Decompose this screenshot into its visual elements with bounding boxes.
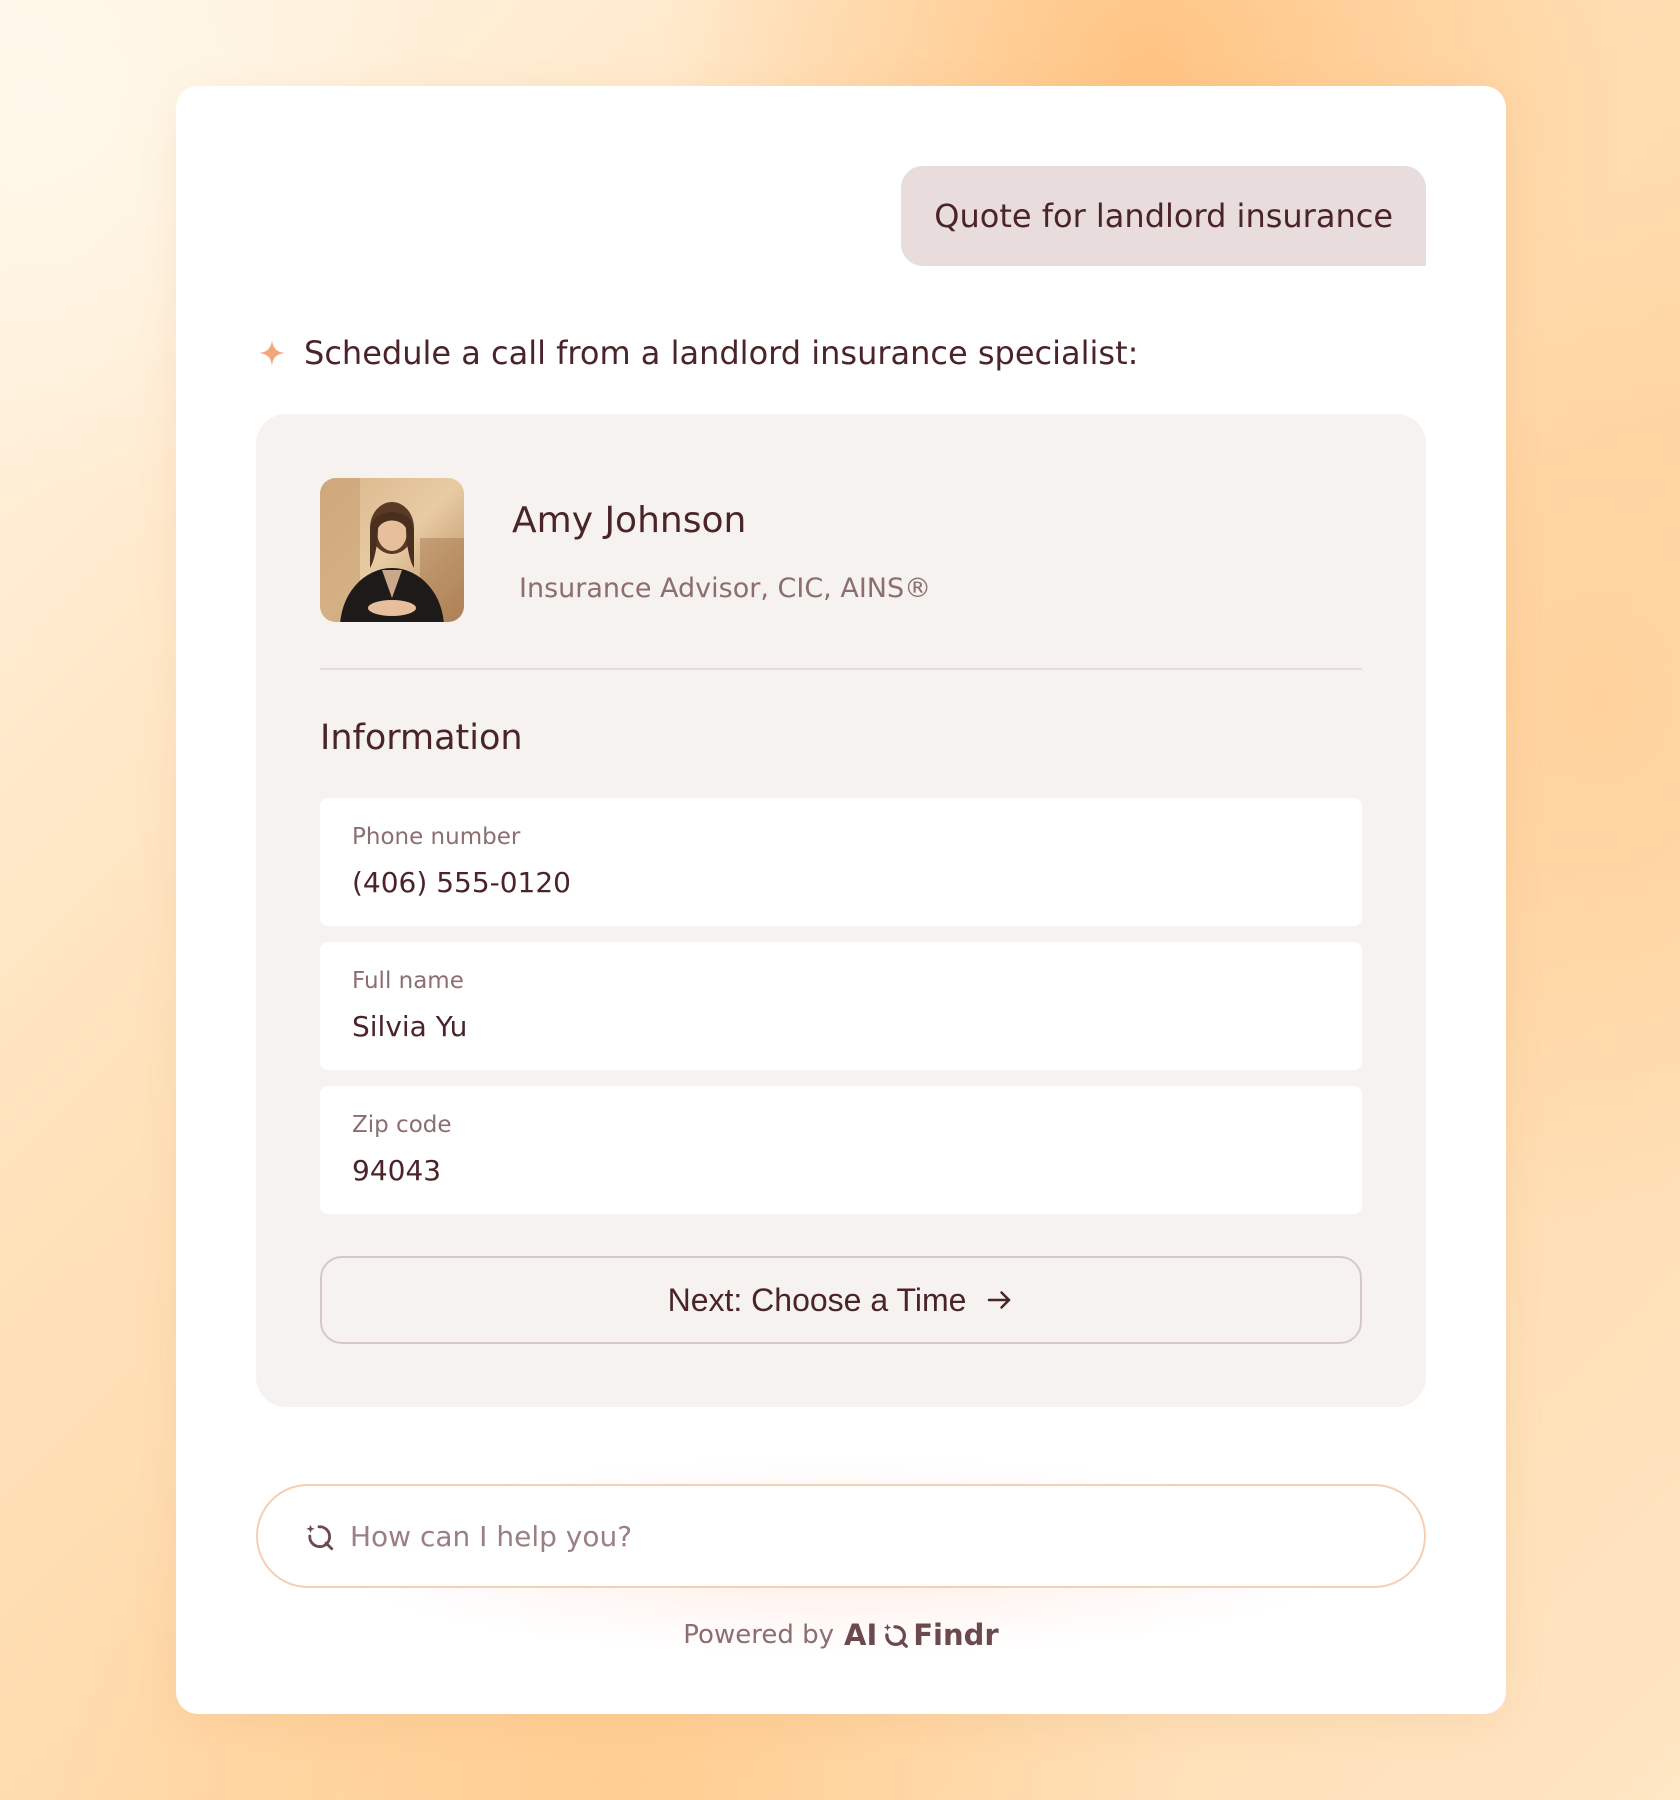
user-message-text: Quote for landlord insurance [934,197,1393,235]
zip-code-field[interactable]: Zip code 94043 [320,1086,1362,1214]
field-label: Zip code [352,1112,452,1138]
assistant-message: Schedule a call from a landlord insuranc… [258,334,1138,372]
field-value[interactable]: (406) 555-0120 [352,866,1330,899]
advisor-title: Insurance Advisor, CIC, AINS® [519,573,932,604]
brand-logo[interactable]: AI Findr [844,1618,999,1652]
field-value[interactable]: Silvia Yu [352,1010,1330,1043]
full-name-field[interactable]: Full name Silvia Yu [320,942,1362,1070]
divider [320,668,1362,670]
sparkle-icon [259,340,285,366]
user-message-bubble: Quote for landlord insurance [901,166,1426,266]
next-button-label: Next: Choose a Time [667,1281,967,1318]
phone-number-field[interactable]: Phone number (406) 555-0120 [320,798,1362,926]
advisor-profile: Amy Johnson Insurance Advisor, CIC, AINS… [320,478,931,622]
field-label: Phone number [352,824,521,850]
scheduling-card: Amy Johnson Insurance Advisor, CIC, AINS… [256,414,1426,1407]
field-label: Full name [352,968,464,994]
field-value[interactable]: 94043 [352,1154,1330,1187]
ai-search-icon [883,1623,909,1648]
advisor-photo [320,478,464,622]
brand-ai-text: AI [844,1618,878,1652]
chat-input[interactable] [350,1519,1350,1553]
powered-by-text: Powered by [683,1620,834,1650]
advisor-avatar [320,478,464,622]
powered-by-footer: Powered by AI Findr [176,1618,1506,1652]
advisor-name: Amy Johnson [512,500,747,541]
brand-findr-text: Findr [913,1618,999,1652]
advisor-info: Amy Johnson Insurance Advisor, CIC, AINS… [512,478,931,604]
chat-panel: Quote for landlord insurance Schedule a … [176,86,1506,1714]
assistant-message-text: Schedule a call from a landlord insuranc… [304,334,1139,372]
next-choose-time-button[interactable]: Next: Choose a Time [320,1256,1362,1344]
ai-search-icon [306,1524,334,1551]
section-title: Information [320,718,523,758]
arrow-right-icon [988,1291,1011,1309]
chat-input-bar[interactable] [256,1484,1426,1588]
